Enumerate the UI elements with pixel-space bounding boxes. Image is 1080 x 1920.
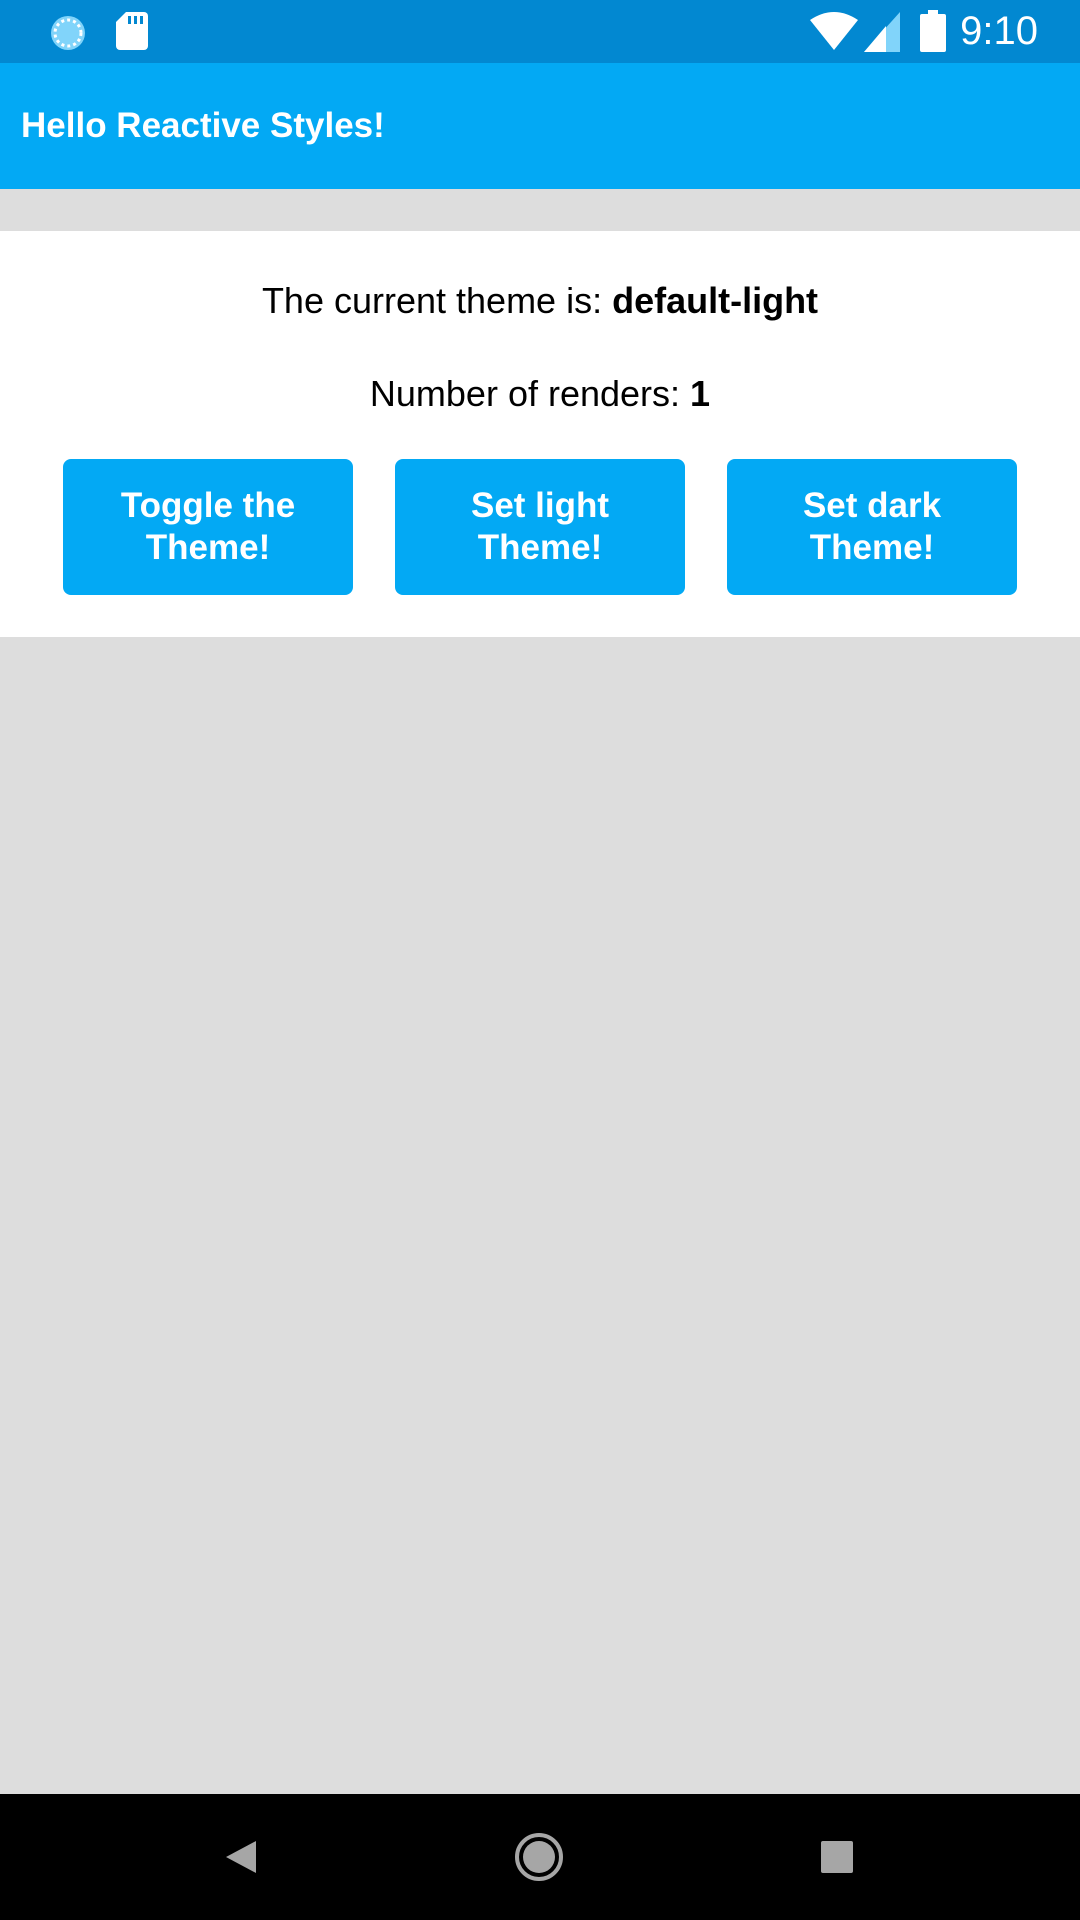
home-icon[interactable] [509, 1827, 569, 1887]
current-theme-text: The current theme is: default-light [0, 276, 1080, 326]
cell-signal-icon [864, 12, 900, 52]
wifi-icon [810, 12, 858, 50]
renders-label: Number of renders: [369, 373, 691, 414]
sd-card-icon [116, 12, 148, 50]
navigation-bar [0, 1794, 1080, 1920]
set-light-theme-button[interactable]: Set light Theme! [395, 459, 685, 595]
theme-value: default-light [612, 280, 819, 321]
recents-icon[interactable] [807, 1827, 867, 1887]
render-count-text: Number of renders: 1 [0, 369, 1080, 419]
renders-value: 1 [690, 373, 711, 414]
back-icon[interactable] [212, 1827, 272, 1887]
battery-icon [920, 10, 946, 52]
status-time: 9:10 [960, 9, 1038, 53]
theme-label: The current theme is: [261, 280, 613, 321]
sync-icon [51, 16, 85, 50]
app-bar: Hello Reactive Styles! [0, 63, 1080, 189]
app-title: Hello Reactive Styles! [21, 106, 385, 145]
toggle-theme-button[interactable]: Toggle the Theme! [63, 459, 353, 595]
set-dark-theme-button[interactable]: Set dark Theme! [727, 459, 1017, 595]
status-bar: 9:10 [0, 0, 1080, 63]
